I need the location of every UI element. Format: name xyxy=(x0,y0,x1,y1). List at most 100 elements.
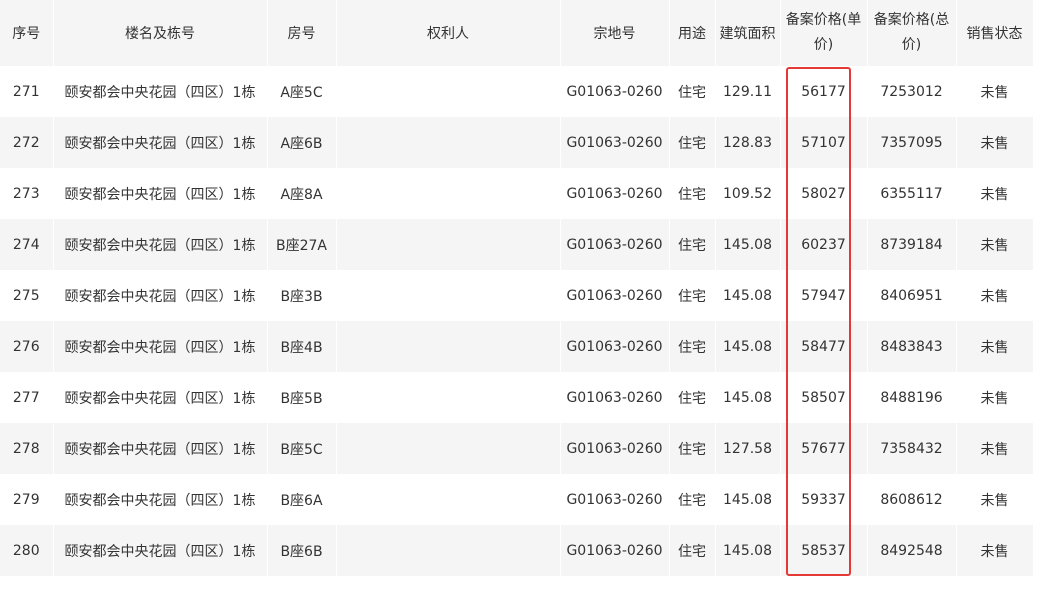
table-row: 274 颐安都会中央花园（四区）1栋 B座27A G01063-0260 住宅 … xyxy=(0,219,1033,270)
cell-status: 未售 xyxy=(980,390,1009,407)
cell-area: 129.11 xyxy=(723,83,772,100)
cell-room: B座5B xyxy=(280,390,323,407)
cell-land-no: G01063-0260 xyxy=(566,134,663,151)
header-unit-price: 备案价格(单 价) xyxy=(780,0,868,66)
cell-total-price: 8406951 xyxy=(880,287,943,304)
cell-total-price: 7357095 xyxy=(880,134,943,151)
cell-total-price: 7358432 xyxy=(880,440,943,457)
table-row: 271 颐安都会中央花园（四区）1栋 A座5C G01063-0260 住宅 1… xyxy=(0,66,1033,117)
cell-status: 未售 xyxy=(980,237,1009,254)
cell-unit-price: 58027 xyxy=(801,185,846,202)
cell-seq: 280 xyxy=(12,542,40,559)
cell-usage: 住宅 xyxy=(678,288,706,305)
cell-area: 145.08 xyxy=(723,491,772,508)
cell-usage: 住宅 xyxy=(678,492,706,509)
cell-seq: 276 xyxy=(12,338,40,355)
cell-usage: 住宅 xyxy=(678,339,706,356)
header-building: 楼名及栋号 xyxy=(53,0,268,66)
cell-room: B座27A xyxy=(276,237,327,254)
cell-seq: 275 xyxy=(12,287,40,304)
cell-building: 颐安都会中央花园（四区）1栋 xyxy=(64,237,256,254)
cell-seq: 273 xyxy=(12,185,40,202)
cell-seq: 279 xyxy=(12,491,40,508)
cell-owner xyxy=(336,474,560,525)
cell-room: B座6B xyxy=(280,543,323,560)
table-row: 272 颐安都会中央花园（四区）1栋 A座6B G01063-0260 住宅 1… xyxy=(0,117,1033,168)
cell-land-no: G01063-0260 xyxy=(566,440,663,457)
cell-room: B座5C xyxy=(280,441,323,458)
cell-land-no: G01063-0260 xyxy=(566,236,663,253)
cell-room: B座6A xyxy=(280,492,323,509)
cell-unit-price: 57107 xyxy=(801,134,846,151)
cell-owner xyxy=(336,321,560,372)
cell-building: 颐安都会中央花园（四区）1栋 xyxy=(64,492,256,509)
cell-owner xyxy=(336,372,560,423)
cell-room: A座5C xyxy=(280,84,323,101)
cell-room: A座8A xyxy=(280,186,323,203)
cell-area: 145.08 xyxy=(723,542,772,559)
cell-status: 未售 xyxy=(980,441,1009,458)
header-area: 建筑面积 xyxy=(715,0,781,66)
table-header-row: 序号 楼名及栋号 房号 权利人 宗地号 用途 建筑面积 备案价格(单 价) 备案… xyxy=(0,0,1034,66)
header-usage: 用途 xyxy=(669,0,716,66)
cell-usage: 住宅 xyxy=(678,390,706,407)
cell-building: 颐安都会中央花园（四区）1栋 xyxy=(64,390,256,407)
cell-owner xyxy=(336,168,560,219)
cell-room: A座6B xyxy=(280,135,323,152)
cell-total-price: 8492548 xyxy=(880,542,943,559)
cell-seq: 278 xyxy=(12,440,40,457)
header-total-price: 备案价格(总 价) xyxy=(867,0,957,66)
table-row: 276 颐安都会中央花园（四区）1栋 B座4B G01063-0260 住宅 1… xyxy=(0,321,1033,372)
cell-unit-price: 58477 xyxy=(801,338,846,355)
cell-land-no: G01063-0260 xyxy=(566,185,663,202)
cell-status: 未售 xyxy=(980,492,1009,509)
cell-owner xyxy=(336,525,560,576)
table-row: 273 颐安都会中央花园（四区）1栋 A座8A G01063-0260 住宅 1… xyxy=(0,168,1033,219)
cell-seq: 272 xyxy=(12,134,40,151)
table-row: 275 颐安都会中央花园（四区）1栋 B座3B G01063-0260 住宅 1… xyxy=(0,270,1033,321)
cell-area: 145.08 xyxy=(723,389,772,406)
cell-usage: 住宅 xyxy=(678,135,706,152)
cell-seq: 271 xyxy=(12,83,40,100)
cell-owner xyxy=(336,117,560,168)
cell-owner xyxy=(336,423,560,474)
cell-owner xyxy=(336,219,560,270)
cell-unit-price: 57947 xyxy=(801,287,846,304)
table-row: 277 颐安都会中央花园（四区）1栋 B座5B G01063-0260 住宅 1… xyxy=(0,372,1033,423)
cell-status: 未售 xyxy=(980,186,1009,203)
cell-land-no: G01063-0260 xyxy=(566,542,663,559)
header-owner: 权利人 xyxy=(336,0,561,66)
cell-building: 颐安都会中央花园（四区）1栋 xyxy=(64,441,256,458)
cell-unit-price: 58507 xyxy=(801,389,846,406)
cell-total-price: 8739184 xyxy=(880,236,943,253)
cell-area: 145.08 xyxy=(723,236,772,253)
cell-unit-price: 59337 xyxy=(801,491,846,508)
cell-land-no: G01063-0260 xyxy=(566,338,663,355)
cell-total-price: 8488196 xyxy=(880,389,943,406)
cell-room: B座4B xyxy=(280,339,323,356)
cell-building: 颐安都会中央花园（四区）1栋 xyxy=(64,84,256,101)
cell-status: 未售 xyxy=(980,135,1009,152)
cell-building: 颐安都会中央花园（四区）1栋 xyxy=(64,543,256,560)
table-row: 278 颐安都会中央花园（四区）1栋 B座5C G01063-0260 住宅 1… xyxy=(0,423,1033,474)
cell-total-price: 7253012 xyxy=(880,83,943,100)
cell-status: 未售 xyxy=(980,339,1009,356)
cell-unit-price: 60237 xyxy=(801,236,846,253)
property-listing-table: 序号 楼名及栋号 房号 权利人 宗地号 用途 建筑面积 备案价格(单 价) 备案… xyxy=(0,0,1034,576)
cell-building: 颐安都会中央花园（四区）1栋 xyxy=(64,339,256,356)
cell-usage: 住宅 xyxy=(678,237,706,254)
cell-seq: 274 xyxy=(12,236,40,253)
cell-status: 未售 xyxy=(980,288,1009,305)
cell-land-no: G01063-0260 xyxy=(566,389,663,406)
cell-owner xyxy=(336,270,560,321)
header-status: 销售状态 xyxy=(956,0,1034,66)
header-room: 房号 xyxy=(267,0,337,66)
property-listing-table-wrap: 序号 楼名及栋号 房号 权利人 宗地号 用途 建筑面积 备案价格(单 价) 备案… xyxy=(0,0,1034,576)
cell-total-price: 8483843 xyxy=(880,338,943,355)
cell-usage: 住宅 xyxy=(678,186,706,203)
cell-total-price: 6355117 xyxy=(880,185,943,202)
cell-land-no: G01063-0260 xyxy=(566,287,663,304)
cell-area: 145.08 xyxy=(723,287,772,304)
table-row: 279 颐安都会中央花园（四区）1栋 B座6A G01063-0260 住宅 1… xyxy=(0,474,1033,525)
table-row: 280 颐安都会中央花园（四区）1栋 B座6B G01063-0260 住宅 1… xyxy=(0,525,1033,576)
